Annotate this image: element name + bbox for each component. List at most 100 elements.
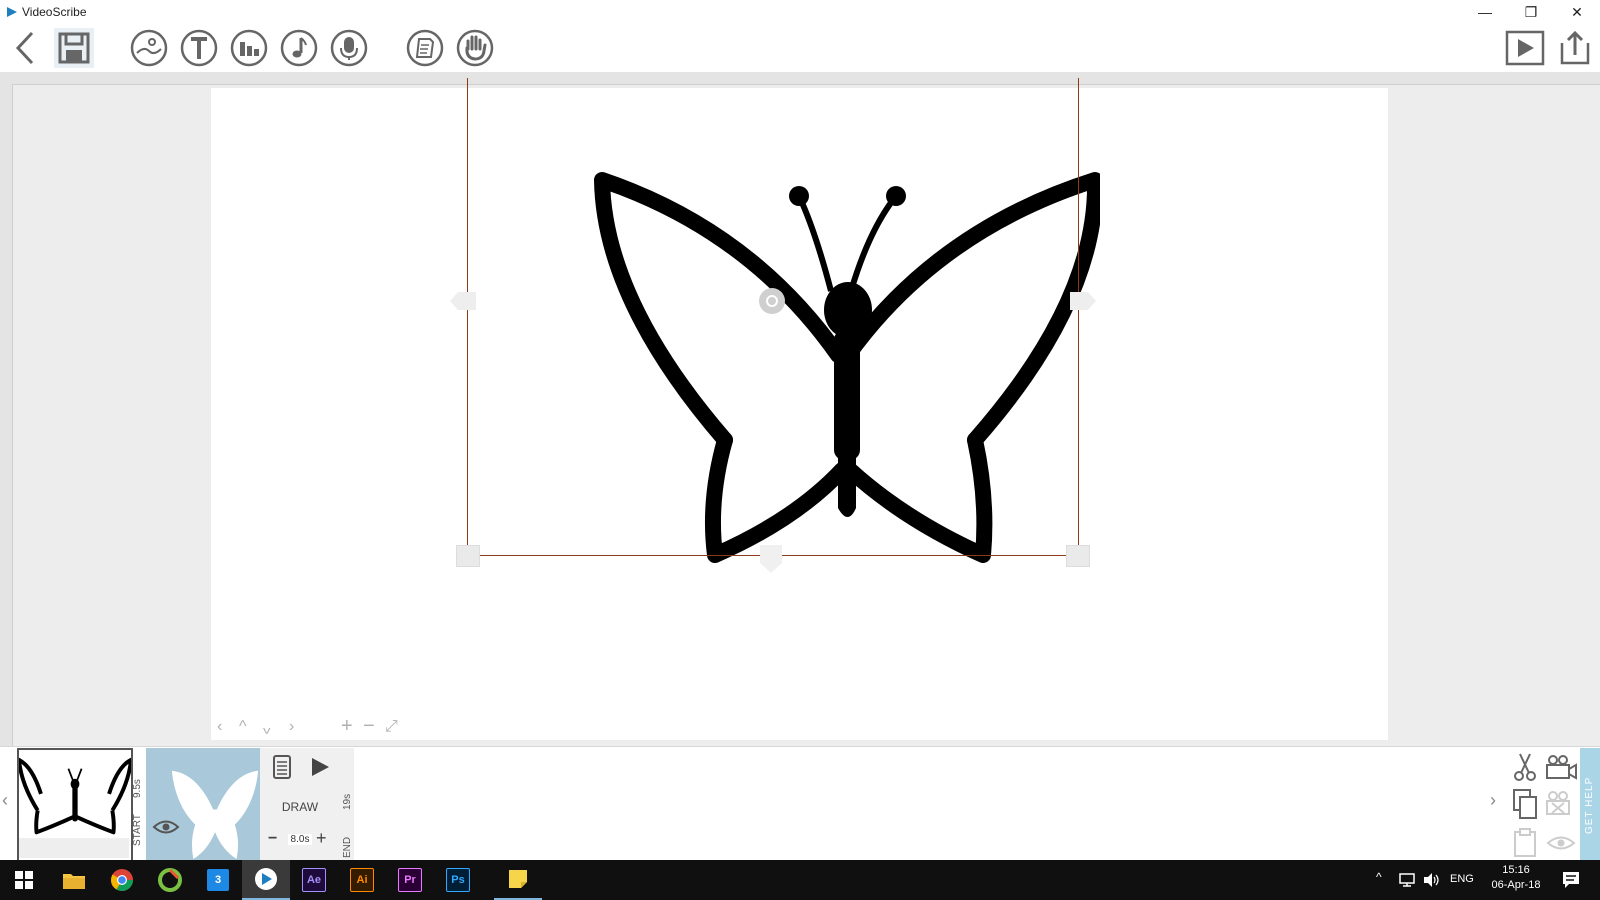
left-arrow-handle-icon[interactable] [450,292,476,310]
bottom-arrow-handle-icon[interactable] [760,545,782,573]
add-image-button[interactable] [129,28,169,68]
record-voiceover-button[interactable] [329,28,369,68]
pan-down-icon[interactable]: ^ [263,718,271,736]
taskbar-videoscribe[interactable] [242,860,290,900]
pan-up-icon[interactable]: ^ [239,718,247,736]
photoshop-icon: Ps [446,868,470,892]
after-effects-icon: Ae [302,868,326,892]
back-button[interactable] [6,28,46,68]
properties-button[interactable] [405,28,445,68]
videoscribe-app-icon [255,868,277,890]
camera-frame[interactable] [467,78,1079,556]
clock-time: 15:16 [1502,864,1530,876]
folder-icon [63,874,85,889]
taskbar-illustrator[interactable]: Ai [338,860,386,900]
add-music-button[interactable] [279,28,319,68]
element-end-time: 19s [342,793,353,810]
music-icon [280,29,318,67]
fit-screen-icon[interactable]: ⤢ [385,718,398,736]
text-icon [180,29,218,67]
zoom-in-icon[interactable]: + [341,715,353,738]
element-properties-icon[interactable] [272,754,292,780]
paste-clipboard-icon[interactable] [1512,828,1538,858]
copy-icon[interactable] [1512,788,1538,820]
play-element-icon[interactable] [310,757,330,777]
share-upload-icon [1560,30,1590,65]
image-icon [130,29,168,67]
resize-handle-bottom-right[interactable] [1066,545,1090,567]
camera-clear-icon[interactable] [1544,790,1578,816]
taskbar-after-effects[interactable]: Ae [290,860,338,900]
taskbar-ccleaner[interactable] [146,860,194,900]
title-bar [0,0,1600,24]
right-arrow-handle-icon[interactable] [1070,292,1096,310]
increase-duration-button[interactable]: + [316,828,327,849]
share-button[interactable] [1555,28,1595,68]
microphone-icon [330,29,368,67]
chart-icon [230,29,268,67]
preview-eye-icon[interactable] [1546,834,1576,852]
decrease-duration-button[interactable]: − [268,830,277,848]
timeline-scroll-left-icon[interactable]: ‹ [2,790,8,811]
scene-thumbnail-footer [19,838,129,858]
pan-left-icon[interactable]: ‹ [217,718,222,736]
taskbar-file-explorer[interactable] [50,860,98,900]
taskbar-chrome[interactable] [98,860,146,900]
element-start-time: 9.5s [132,779,143,798]
taskbar-photoshop[interactable]: Ps [434,860,482,900]
get-help-tab[interactable]: GET HELP [1580,748,1600,860]
choose-hand-button[interactable] [455,28,495,68]
windows-logo-icon [15,871,33,889]
save-button[interactable] [54,28,94,68]
timeline-tools [1506,748,1582,860]
maximize-button[interactable]: ❐ [1508,0,1554,24]
close-button[interactable]: ✕ [1554,0,1600,24]
play-button[interactable] [1505,28,1545,68]
zoom-out-icon[interactable]: − [363,715,375,738]
ccleaner-icon [158,868,182,892]
taskbar-app-3[interactable]: 3 [194,860,242,900]
timeline-scroll-right-icon[interactable]: › [1490,790,1496,811]
network-icon[interactable] [1398,872,1416,888]
element-action-panel: DRAW − 8.0s + END 19s [260,748,354,860]
taskbar-premiere[interactable]: Pr [386,860,434,900]
eye-visibility-icon[interactable] [152,818,180,836]
window-title: VideoScribe [22,5,87,19]
clock-date: 06-Apr-18 [1491,879,1541,891]
sticky-notes-icon [509,870,527,888]
videoscribe-logo-icon [7,7,17,17]
chrome-icon [111,869,133,891]
taskbar-sticky-notes[interactable] [494,860,542,900]
action-type-label[interactable]: DRAW [260,800,340,814]
illustrator-icon: Ai [350,868,374,892]
action-center-icon[interactable] [1562,871,1580,889]
back-arrow-icon [15,31,34,65]
tray-expand-icon[interactable]: ^ [1376,870,1382,884]
document-icon [406,29,444,67]
cut-scissors-icon[interactable] [1512,752,1538,782]
rotate-handle-icon[interactable] [758,287,786,315]
volume-icon[interactable] [1422,872,1440,888]
start-label: START [132,814,143,846]
end-label: END [342,836,353,858]
butterfly-thumbnail-icon [17,757,133,835]
butterfly-silhouette-icon [171,770,259,859]
hand-icon [456,29,494,67]
get-help-label[interactable]: GET HELP [1584,777,1595,834]
end-time-column: END 19s [340,748,354,860]
add-text-button[interactable] [179,28,219,68]
ruler-left [0,84,13,746]
resize-handle-bottom-left[interactable] [456,545,480,567]
app-3-icon: 3 [207,869,229,891]
duration-value[interactable]: 8.0s [288,834,312,845]
pan-right-icon[interactable]: › [289,718,294,736]
element-thumbnail[interactable] [146,748,260,860]
start-button[interactable] [0,860,48,900]
add-chart-button[interactable] [229,28,269,68]
clock[interactable]: 15:16 06-Apr-18 [1484,864,1548,891]
minimize-button[interactable]: — [1462,0,1508,24]
premiere-icon: Pr [398,868,422,892]
play-icon [1505,30,1545,66]
input-language[interactable]: ENG [1450,873,1474,885]
camera-set-icon[interactable] [1544,754,1578,780]
